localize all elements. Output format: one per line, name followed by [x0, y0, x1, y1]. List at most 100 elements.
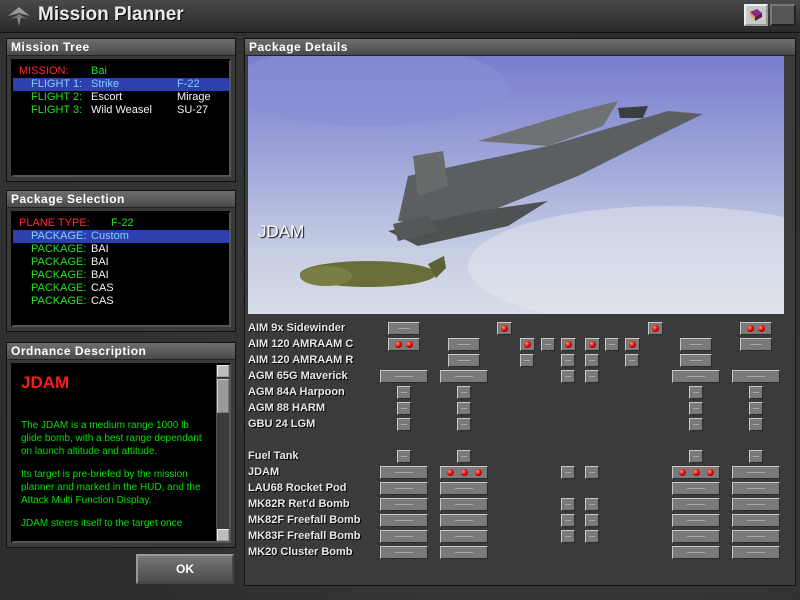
hardpoint-slot[interactable]: [585, 530, 599, 543]
hardpoint-slot[interactable]: [672, 530, 720, 543]
hardpoint-slot[interactable]: [605, 338, 619, 351]
hardpoint-slot[interactable]: [397, 386, 411, 399]
hardpoint-slot[interactable]: [732, 530, 780, 543]
hardpoint-slot[interactable]: [689, 450, 703, 463]
hardpoint-slot[interactable]: [732, 546, 780, 559]
hardpoint-slot[interactable]: [749, 418, 763, 431]
hardpoint-slot[interactable]: [585, 466, 599, 479]
flight-aircraft: Mirage: [177, 91, 211, 103]
hardpoint-slot[interactable]: [457, 386, 471, 399]
hardpoint-slot[interactable]: [440, 546, 488, 559]
hardpoint-slot-loaded[interactable]: [440, 466, 488, 479]
flight-aircraft: F-22: [177, 78, 200, 90]
hardpoint-slot[interactable]: [561, 466, 575, 479]
package-row[interactable]: PACKAGE: BAI: [13, 243, 229, 256]
hardpoint-slot[interactable]: [448, 354, 480, 367]
window-control-button[interactable]: [770, 4, 796, 26]
hardpoint-slot[interactable]: [689, 386, 703, 399]
hardpoint-slot[interactable]: [397, 402, 411, 415]
hardpoint-slot[interactable]: [448, 338, 480, 351]
mission-label: MISSION:: [19, 65, 69, 77]
hardpoint-slot[interactable]: [740, 338, 772, 351]
hardpoint-slot[interactable]: [680, 338, 712, 351]
flight-row[interactable]: FLIGHT 3: Wild Weasel SU-27: [13, 104, 229, 117]
hardpoint-slot[interactable]: [440, 530, 488, 543]
hardpoint-slot[interactable]: [585, 514, 599, 527]
hardpoint-slot[interactable]: [561, 514, 575, 527]
help-book-button[interactable]: [744, 4, 768, 26]
ordnance-paragraph: The JDAM is a medium range 1000 lb glide…: [21, 420, 202, 457]
ordnance-label: JDAM: [248, 466, 280, 478]
hardpoint-slot[interactable]: [380, 530, 428, 543]
hardpoint-slot[interactable]: [440, 498, 488, 511]
hardpoint-slot[interactable]: [732, 498, 780, 511]
hardpoint-slot[interactable]: [585, 498, 599, 511]
flight-row[interactable]: FLIGHT 2: Escort Mirage: [13, 91, 229, 104]
hardpoint-slot[interactable]: [440, 482, 488, 495]
hardpoint-slot[interactable]: [732, 514, 780, 527]
scroll-up-arrow-icon[interactable]: [217, 365, 229, 377]
hardpoint-slot[interactable]: [585, 370, 599, 383]
ok-button[interactable]: OK: [136, 554, 234, 584]
ordnance-label: AGM 88 HARM: [248, 402, 326, 414]
hardpoint-slot-loaded[interactable]: [672, 466, 720, 479]
loaded-indicator-icon: [747, 325, 754, 332]
hardpoint-slot-loaded[interactable]: [520, 338, 535, 351]
scroll-thumb[interactable]: [217, 379, 229, 413]
hardpoint-slot-loaded[interactable]: [388, 338, 420, 351]
hardpoint-slot[interactable]: [380, 370, 428, 383]
hardpoint-slot[interactable]: [541, 338, 555, 351]
hardpoint-slot[interactable]: [380, 466, 428, 479]
scroll-down-arrow-icon[interactable]: [217, 529, 229, 541]
hardpoint-slot[interactable]: [457, 402, 471, 415]
hardpoint-slot[interactable]: [672, 498, 720, 511]
hardpoint-slot[interactable]: [520, 354, 534, 367]
hardpoint-slot[interactable]: [457, 418, 471, 431]
hardpoint-slot[interactable]: [457, 450, 471, 463]
hardpoint-slot-loaded[interactable]: [497, 322, 512, 335]
flight-row[interactable]: FLIGHT 1: Strike F-22: [13, 78, 229, 91]
hardpoint-slot[interactable]: [561, 530, 575, 543]
loaded-indicator-icon: [395, 341, 402, 348]
hardpoint-slot[interactable]: [440, 514, 488, 527]
hardpoint-slot[interactable]: [561, 354, 575, 367]
hardpoint-slot-loaded[interactable]: [585, 338, 600, 351]
hardpoint-slot[interactable]: [680, 354, 712, 367]
ordnance-description-panel: Ordnance Description JDAM The JDAM is a …: [6, 342, 236, 548]
hardpoint-slot-loaded[interactable]: [561, 338, 576, 351]
hardpoint-slot[interactable]: [585, 354, 599, 367]
hardpoint-slot[interactable]: [672, 514, 720, 527]
hardpoint-slot[interactable]: [380, 482, 428, 495]
hardpoint-slot[interactable]: [732, 370, 780, 383]
hardpoint-slot-loaded[interactable]: [740, 322, 772, 335]
hardpoint-slot[interactable]: [625, 354, 639, 367]
package-row[interactable]: PACKAGE: CAS: [13, 295, 229, 308]
hardpoint-slot[interactable]: [380, 546, 428, 559]
hardpoint-slot[interactable]: [561, 370, 575, 383]
hardpoint-slot[interactable]: [689, 418, 703, 431]
package-row[interactable]: PACKAGE: BAI: [13, 256, 229, 269]
hardpoint-slot[interactable]: [561, 498, 575, 511]
package-row[interactable]: PACKAGE: CAS: [13, 282, 229, 295]
hardpoint-slot[interactable]: [672, 370, 720, 383]
package-label: PACKAGE:: [31, 295, 87, 307]
hardpoint-slot[interactable]: [749, 386, 763, 399]
hardpoint-slot[interactable]: [672, 546, 720, 559]
hardpoint-slot[interactable]: [397, 450, 411, 463]
hardpoint-slot[interactable]: [689, 402, 703, 415]
package-row[interactable]: PACKAGE: Custom: [13, 230, 229, 243]
hardpoint-slot[interactable]: [732, 482, 780, 495]
hardpoint-slot[interactable]: [672, 482, 720, 495]
hardpoint-slot-loaded[interactable]: [625, 338, 640, 351]
hardpoint-slot[interactable]: [380, 498, 428, 511]
hardpoint-slot-loaded[interactable]: [648, 322, 663, 335]
hardpoint-slot[interactable]: [749, 450, 763, 463]
package-row[interactable]: PACKAGE: BAI: [13, 269, 229, 282]
hardpoint-slot[interactable]: [388, 322, 420, 335]
hardpoint-slot[interactable]: [397, 418, 411, 431]
hardpoint-slot[interactable]: [380, 514, 428, 527]
description-scrollbar[interactable]: [216, 365, 229, 541]
hardpoint-slot[interactable]: [440, 370, 488, 383]
hardpoint-slot[interactable]: [732, 466, 780, 479]
hardpoint-slot[interactable]: [749, 402, 763, 415]
